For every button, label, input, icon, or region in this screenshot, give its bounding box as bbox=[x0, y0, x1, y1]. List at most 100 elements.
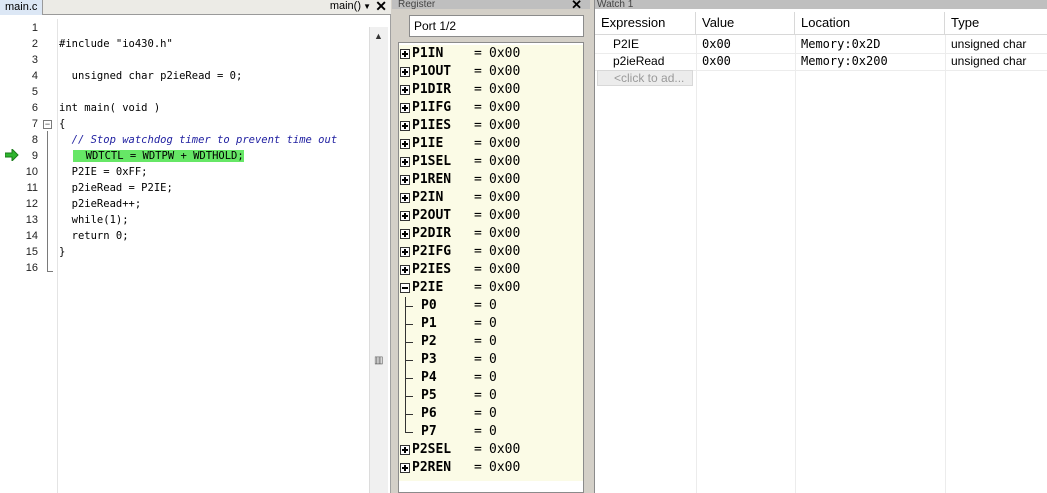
register-row[interactable]: P1REN = 0x00 bbox=[399, 171, 583, 189]
expand-plus-icon[interactable] bbox=[400, 265, 410, 275]
register-value[interactable]: 0x00 bbox=[489, 279, 520, 297]
expand-plus-icon[interactable] bbox=[400, 193, 410, 203]
register-row[interactable]: P2IN = 0x00 bbox=[399, 189, 583, 207]
watch-cell-location[interactable]: Memory:0x200 bbox=[801, 53, 888, 70]
register-bit-row[interactable]: P2 = 0 bbox=[399, 333, 583, 351]
code-line[interactable]: WDTCTL = WDTPW + WDTHOLD; bbox=[59, 148, 244, 164]
register-row[interactable]: P2IE = 0x00 bbox=[399, 279, 583, 297]
register-row[interactable]: P1DIR = 0x00 bbox=[399, 81, 583, 99]
expand-plus-icon[interactable] bbox=[400, 49, 410, 59]
register-value[interactable]: 0x00 bbox=[489, 441, 520, 459]
scroll-up-icon[interactable]: ▲ bbox=[374, 31, 383, 41]
register-value[interactable]: 0x00 bbox=[489, 81, 520, 99]
expand-plus-icon[interactable] bbox=[400, 67, 410, 77]
register-row[interactable]: P1OUT = 0x00 bbox=[399, 63, 583, 81]
line-number[interactable]: 4 bbox=[0, 68, 58, 84]
expand-plus-icon[interactable] bbox=[400, 121, 410, 131]
line-number[interactable]: 8 bbox=[0, 132, 58, 148]
line-number[interactable]: 2 bbox=[0, 36, 58, 52]
register-row[interactable]: P2REN = 0x00 bbox=[399, 459, 583, 477]
code-line[interactable]: return 0; bbox=[59, 228, 129, 244]
editor-scrollbar[interactable]: ▲ ▥ bbox=[369, 27, 388, 493]
expand-plus-icon[interactable] bbox=[400, 463, 410, 473]
register-value[interactable]: 0x00 bbox=[489, 45, 520, 63]
code-line[interactable]: P2IE = 0xFF; bbox=[59, 164, 148, 180]
line-number[interactable]: 3 bbox=[0, 52, 58, 68]
register-value[interactable]: 0x00 bbox=[489, 117, 520, 135]
register-row[interactable]: P2IFG = 0x00 bbox=[399, 243, 583, 261]
register-row[interactable]: P1IN = 0x00 bbox=[399, 45, 583, 63]
register-bit-row[interactable]: P0 = 0 bbox=[399, 297, 583, 315]
line-number[interactable]: 11 bbox=[0, 180, 58, 196]
register-bit-row[interactable]: P5 = 0 bbox=[399, 387, 583, 405]
register-row[interactable]: P2DIR = 0x00 bbox=[399, 225, 583, 243]
expand-plus-icon[interactable] bbox=[400, 157, 410, 167]
expand-plus-icon[interactable] bbox=[400, 139, 410, 149]
code-line[interactable]: #include "io430.h" bbox=[59, 36, 173, 52]
register-bit-row[interactable]: P1 = 0 bbox=[399, 315, 583, 333]
expand-plus-icon[interactable] bbox=[400, 247, 410, 257]
register-row[interactable]: P1IE = 0x00 bbox=[399, 135, 583, 153]
register-value[interactable]: 0x00 bbox=[489, 99, 520, 117]
code-line[interactable]: } bbox=[59, 244, 65, 260]
register-value[interactable]: 0x00 bbox=[489, 207, 520, 225]
column-header-type[interactable]: Type bbox=[945, 12, 1047, 34]
watch-cell-type[interactable]: unsigned char bbox=[951, 36, 1026, 53]
line-number[interactable]: 6 bbox=[0, 100, 58, 116]
register-row[interactable]: P1IFG = 0x00 bbox=[399, 99, 583, 117]
expand-plus-icon[interactable] bbox=[400, 229, 410, 239]
register-bit-row[interactable]: P3 = 0 bbox=[399, 351, 583, 369]
collapse-minus-icon[interactable] bbox=[400, 283, 410, 293]
line-number[interactable]: 14 bbox=[0, 228, 58, 244]
code-line[interactable]: while(1); bbox=[59, 212, 129, 228]
register-value[interactable]: 0x00 bbox=[489, 459, 520, 477]
chevron-down-icon[interactable]: ▼ bbox=[363, 2, 371, 11]
close-icon[interactable]: ✕ bbox=[571, 0, 582, 13]
bit-value[interactable]: 0 bbox=[489, 297, 497, 315]
register-value[interactable]: 0x00 bbox=[489, 171, 520, 189]
line-number[interactable]: 9 bbox=[0, 148, 58, 164]
register-group-select[interactable]: Port 1/2 bbox=[409, 15, 584, 37]
register-value[interactable]: 0x00 bbox=[489, 243, 520, 261]
expand-plus-icon[interactable] bbox=[400, 175, 410, 185]
bit-value[interactable]: 0 bbox=[489, 405, 497, 423]
watch-cell-value[interactable]: 0x00 bbox=[702, 36, 731, 53]
function-selector[interactable]: main() bbox=[330, 0, 361, 13]
register-bit-row[interactable]: P6 = 0 bbox=[399, 405, 583, 423]
line-number[interactable]: 15 bbox=[0, 244, 58, 260]
bit-value[interactable]: 0 bbox=[489, 369, 497, 387]
bit-value[interactable]: 0 bbox=[489, 423, 497, 441]
watch-cell-expression[interactable]: P2IE bbox=[613, 36, 639, 53]
expand-plus-icon[interactable] bbox=[400, 85, 410, 95]
line-number[interactable]: 7 bbox=[0, 116, 58, 132]
tab-main-c[interactable]: main.c bbox=[0, 0, 44, 15]
column-header-expression[interactable]: Expression bbox=[595, 12, 696, 34]
line-number[interactable]: 16 bbox=[0, 260, 58, 276]
code-area[interactable]: #include "io430.h" unsigned char p2ieRea… bbox=[59, 19, 369, 493]
register-row[interactable]: P2IES = 0x00 bbox=[399, 261, 583, 279]
register-value[interactable]: 0x00 bbox=[489, 189, 520, 207]
expand-plus-icon[interactable] bbox=[400, 103, 410, 113]
code-line[interactable]: p2ieRead = P2IE; bbox=[59, 180, 173, 196]
code-line[interactable]: unsigned char p2ieRead = 0; bbox=[59, 68, 243, 84]
code-line[interactable]: { bbox=[59, 116, 65, 132]
register-row[interactable]: P1IES = 0x00 bbox=[399, 117, 583, 135]
bit-value[interactable]: 0 bbox=[489, 315, 497, 333]
watch-cell-value[interactable]: 0x00 bbox=[702, 53, 731, 70]
bit-value[interactable]: 0 bbox=[489, 351, 497, 369]
register-row[interactable]: P2SEL = 0x00 bbox=[399, 441, 583, 459]
scroll-grip-icon[interactable]: ▥ bbox=[374, 355, 383, 366]
close-icon[interactable]: ✕ bbox=[375, 0, 387, 14]
watch-cell-type[interactable]: unsigned char bbox=[951, 53, 1026, 70]
code-line[interactable]: // Stop watchdog timer to prevent time o… bbox=[59, 132, 338, 148]
register-bit-row[interactable]: P4 = 0 bbox=[399, 369, 583, 387]
code-line[interactable]: p2ieRead++; bbox=[59, 196, 142, 212]
line-number[interactable]: 5 bbox=[0, 84, 58, 100]
watch-cell-location[interactable]: Memory:0x2D bbox=[801, 36, 880, 53]
click-to-add-row[interactable]: <click to ad... bbox=[597, 70, 693, 86]
bit-value[interactable]: 0 bbox=[489, 387, 497, 405]
register-row[interactable]: P1SEL = 0x00 bbox=[399, 153, 583, 171]
register-list[interactable]: P1IN = 0x00 P1OUT = 0x00 P1DIR = 0x00 P1IFG = 0x00 P… bbox=[398, 42, 584, 493]
line-number[interactable]: 13 bbox=[0, 212, 58, 228]
expand-plus-icon[interactable] bbox=[400, 211, 410, 221]
